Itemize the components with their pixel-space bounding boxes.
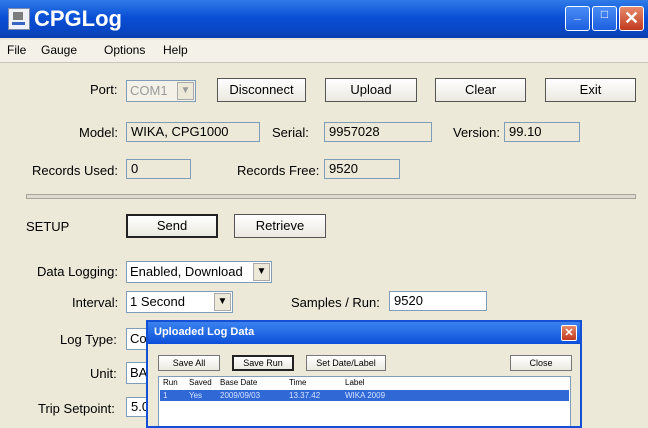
interval-label: Interval: [72,295,119,310]
menu-gauge[interactable]: Gauge [41,43,77,57]
serial-label: Serial: [272,125,309,140]
save-run-button[interactable]: Save Run [232,355,294,371]
menu-help[interactable]: Help [163,43,188,57]
column-header-saved[interactable]: Saved [189,378,212,387]
app-icon [8,8,30,30]
chevron-down-icon: ▼ [214,293,231,311]
model-label: Model: [79,125,119,140]
maximize-icon: □ [600,7,609,21]
records-free-label: Records Free: [237,163,320,178]
port-label: Port: [90,82,118,97]
title-bar[interactable]: CPGLog _ □ ✕ [0,0,648,38]
port-select[interactable]: COM1 ▼ [126,80,196,102]
column-header-time[interactable]: Time [289,378,306,387]
unit-value: BA [130,365,148,380]
clear-button[interactable]: Clear [435,78,526,102]
version-field: 99.10 [504,122,580,142]
save-all-button[interactable]: Save All [158,355,220,371]
trip-setpoint-label: Trip Setpoint: [38,401,115,416]
close-icon: ✕ [623,8,640,28]
send-button[interactable]: Send [126,214,218,238]
maximize-button[interactable]: □ [592,6,617,31]
interval-select[interactable]: 1 Second ▼ [126,291,233,313]
samples-input[interactable]: 9520 [389,291,487,311]
upload-button[interactable]: Upload [325,78,417,102]
interval-value: 1 Second [130,294,185,309]
column-header-run[interactable]: Run [163,378,178,387]
progress-divider [26,194,636,199]
close-icon: ✕ [564,327,574,339]
dialog-title-bar[interactable]: Uploaded Log Data ✕ [148,322,580,344]
log-run-list[interactable]: Run Saved Base Date Time Label 1 Yes 200… [158,376,571,426]
disconnect-button[interactable]: Disconnect [217,78,306,102]
set-date-label-button[interactable]: Set Date/Label [306,355,386,371]
main-window: CPGLog _ □ ✕ File Gauge Options Help Por… [0,0,648,428]
chevron-down-icon: ▼ [253,263,270,281]
row-label: WIKA 2009 [345,391,386,400]
log-type-label: Log Type: [60,332,117,347]
data-logging-label: Data Logging: [37,264,118,279]
window-title: CPGLog [34,6,122,31]
close-dialog-button[interactable]: Close [510,355,572,371]
minimize-button[interactable]: _ [565,6,590,31]
records-free-field: 9520 [324,159,400,179]
data-logging-value: Enabled, Download [130,264,243,279]
exit-button[interactable]: Exit [545,78,636,102]
column-header-label[interactable]: Label [345,378,365,387]
records-used-field: 0 [126,159,191,179]
port-value: COM1 [130,83,168,98]
serial-field: 9957028 [324,122,432,142]
minimize-icon: _ [574,7,581,21]
menu-options[interactable]: Options [104,43,145,57]
menu-bar: File Gauge Options Help [0,40,648,63]
retrieve-button[interactable]: Retrieve [234,214,326,238]
menu-file[interactable]: File [7,43,26,57]
row-time: 13.37.42 [289,391,321,400]
close-button[interactable]: ✕ [619,6,644,31]
row-saved: Yes [189,391,203,400]
row-run: 1 [163,391,168,400]
log-type-value: Co [130,331,147,346]
uploaded-log-dialog: Uploaded Log Data ✕ Save All Save Run Se… [146,320,582,428]
data-logging-select[interactable]: Enabled, Download ▼ [126,261,272,283]
unit-label: Unit: [90,366,117,381]
dialog-close-button[interactable]: ✕ [561,325,577,341]
model-field: WIKA, CPG1000 [126,122,260,142]
row-base-date: 2009/09/03 [220,391,261,400]
records-used-label: Records Used: [32,163,118,178]
samples-label: Samples / Run: [291,295,380,310]
version-label: Version: [453,125,500,140]
dialog-title: Uploaded Log Data [154,326,255,338]
column-header-base-date[interactable]: Base Date [220,378,257,387]
chevron-down-icon: ▼ [177,82,194,100]
setup-heading: SETUP [26,219,70,234]
